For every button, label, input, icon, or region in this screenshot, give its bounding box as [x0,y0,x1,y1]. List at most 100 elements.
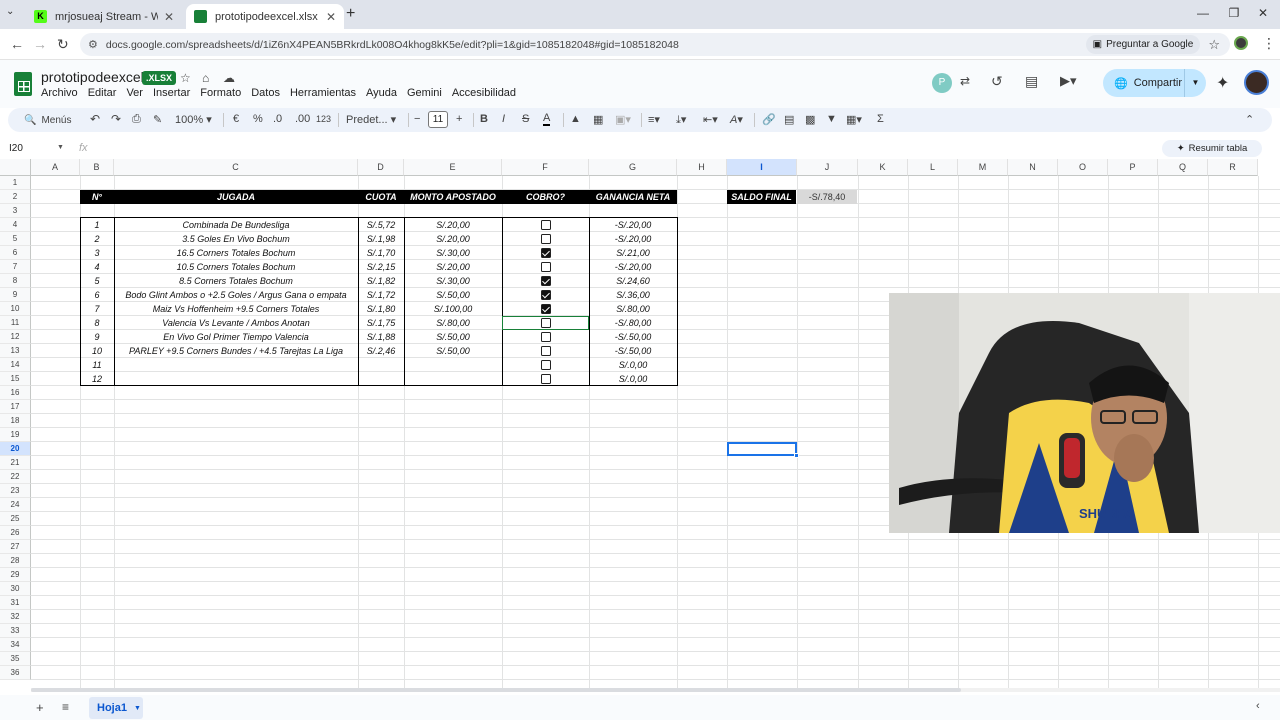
table-cell-ganancia[interactable]: -S/.20,00 [589,260,677,274]
table-cell-jugada[interactable] [114,372,358,386]
undo-icon[interactable]: ↶ [90,112,100,126]
table-cell-monto[interactable]: S/.20,00 [404,260,502,274]
address-bar[interactable]: ⚙ docs.google.com/spreadsheets/d/1iZ6nX4… [80,33,1230,56]
column-header-b[interactable]: B [80,159,114,176]
row-header-27[interactable]: 27 [0,540,31,554]
close-window-icon[interactable]: ✕ [1253,6,1273,20]
row-header-15[interactable]: 15 [0,372,31,386]
row-header-26[interactable]: 26 [0,526,31,540]
column-header-h[interactable]: H [677,159,727,176]
table-cell-n[interactable]: 3 [80,246,114,260]
row-header-13[interactable]: 13 [0,344,31,358]
row-header-2[interactable]: 2 [0,190,31,204]
table-cell-cuota[interactable]: S/.1,80 [358,302,404,316]
name-box-dropdown-icon[interactable]: ▼ [57,144,64,151]
table-cell-monto[interactable]: S/.30,00 [404,246,502,260]
forward-arrow-icon[interactable]: → [33,36,47,52]
row-header-32[interactable]: 32 [0,610,31,624]
row-header-9[interactable]: 9 [0,288,31,302]
row-header-22[interactable]: 22 [0,470,31,484]
table-cell-cuota[interactable] [358,358,404,372]
saldo-final-label[interactable]: SALDO FINAL [727,190,796,204]
row-header-30[interactable]: 30 [0,582,31,596]
table-cell-ganancia[interactable]: -S/.50,00 [589,330,677,344]
row-header-10[interactable]: 10 [0,302,31,316]
print-icon[interactable]: ⎙ [132,113,141,126]
row-header-7[interactable]: 7 [0,260,31,274]
column-header-d[interactable]: D [358,159,404,176]
borders-icon[interactable]: ▦ [593,113,603,126]
column-header-r[interactable]: R [1208,159,1258,176]
table-cell-cuota[interactable]: S/.1,88 [358,330,404,344]
table-cell-n[interactable]: 2 [80,232,114,246]
document-title[interactable]: prototipodeexcel [41,69,144,85]
row-header-4[interactable]: 4 [0,218,31,232]
active-cell-selection[interactable] [727,442,797,456]
table-cell-jugada[interactable]: Bodo Glint Ambos o +2.5 Goles / Argus Ga… [114,288,358,302]
font-size-input[interactable]: 11 [428,111,448,128]
increase-decimal-button[interactable]: .00 [295,113,310,125]
redo-icon[interactable]: ↷ [111,112,121,126]
table-cell-monto[interactable]: S/.30,00 [404,274,502,288]
table-header-4[interactable]: COBRO? [502,190,589,204]
add-sheet-icon[interactable]: + [36,700,44,715]
table-cell-cuota[interactable]: S/.2,46 [358,344,404,358]
gemini-sparkle-icon[interactable]: ✦ [1216,73,1229,93]
browser-tab-sheets[interactable]: prototipodeexcel.xlsx - Hojas de ✕ [186,4,344,29]
back-arrow-icon[interactable]: ← [10,36,24,52]
column-header-i[interactable]: I [727,159,797,176]
column-header-m[interactable]: M [958,159,1008,176]
insert-chart-icon[interactable]: ▩ [805,113,815,126]
menu-datos[interactable]: Datos [251,87,280,99]
insert-link-icon[interactable]: 🔗 [762,113,776,126]
column-header-e[interactable]: E [404,159,502,176]
row-header-36[interactable]: 36 [0,666,31,680]
table-cell-ganancia[interactable]: -S/.50,00 [589,344,677,358]
browser-tab-stream[interactable]: K mrjosueaj Stream - Watch Live o ✕ [26,4,182,29]
cobro-checkbox[interactable] [540,290,551,300]
table-cell-jugada[interactable]: Valencia Vs Levante / Ambos Anotan [114,316,358,330]
text-wrap-icon[interactable]: ⇤▾ [703,113,718,126]
table-cell-cuota[interactable]: S/.1,75 [358,316,404,330]
filter-icon[interactable]: ▼ [826,113,837,125]
row-header-5[interactable]: 5 [0,232,31,246]
table-cell-n[interactable]: 10 [80,344,114,358]
row-header-14[interactable]: 14 [0,358,31,372]
column-header-l[interactable]: L [908,159,958,176]
column-header-o[interactable]: O [1058,159,1108,176]
strikethrough-button[interactable]: S [522,113,529,125]
meet-video-icon[interactable]: ▶▾ [1060,73,1077,89]
profile-icon[interactable] [1234,36,1248,50]
table-cell-monto[interactable]: S/.80,00 [404,316,502,330]
new-tab-plus-icon[interactable]: + [346,5,355,23]
table-cell-ganancia[interactable]: -S/.80,00 [589,316,677,330]
comments-icon[interactable]: ▤ [1025,73,1038,90]
menu-insertar[interactable]: Insertar [153,87,190,99]
table-cell-jugada[interactable]: 16.5 Corners Totales Bochum [114,246,358,260]
row-header-8[interactable]: 8 [0,274,31,288]
table-cell-n[interactable]: 9 [80,330,114,344]
table-cell-monto[interactable]: S/.20,00 [404,218,502,232]
row-header-12[interactable]: 12 [0,330,31,344]
summarize-table-button[interactable]: ✦ Resumir tabla [1162,140,1262,157]
menu-ver[interactable]: Ver [126,87,143,99]
table-cell-ganancia[interactable]: S/.0,00 [589,358,677,372]
column-header-n[interactable]: N [1008,159,1058,176]
table-cell-n[interactable]: 12 [80,372,114,386]
column-header-j[interactable]: J [797,159,858,176]
text-color-button[interactable]: A [543,113,551,126]
table-cell-cuota[interactable] [358,372,404,386]
percent-format-button[interactable]: % [253,113,263,125]
row-header-24[interactable]: 24 [0,498,31,512]
fill-handle[interactable] [794,453,799,458]
table-cell-jugada[interactable]: En Vivo Gol Primer Tiempo Valencia [114,330,358,344]
column-header-p[interactable]: P [1108,159,1158,176]
table-header-1[interactable]: JUGADA [114,190,358,204]
table-cell-ganancia[interactable]: S/.36,00 [589,288,677,302]
url-text[interactable]: docs.google.com/spreadsheets/d/1iZ6nX4PE… [106,39,1086,51]
row-header-25[interactable]: 25 [0,512,31,526]
table-cell-cuota[interactable]: S/.1,72 [358,288,404,302]
text-rotation-icon[interactable]: A▾ [730,113,743,126]
row-header-31[interactable]: 31 [0,596,31,610]
menu-gemini[interactable]: Gemini [407,87,442,99]
